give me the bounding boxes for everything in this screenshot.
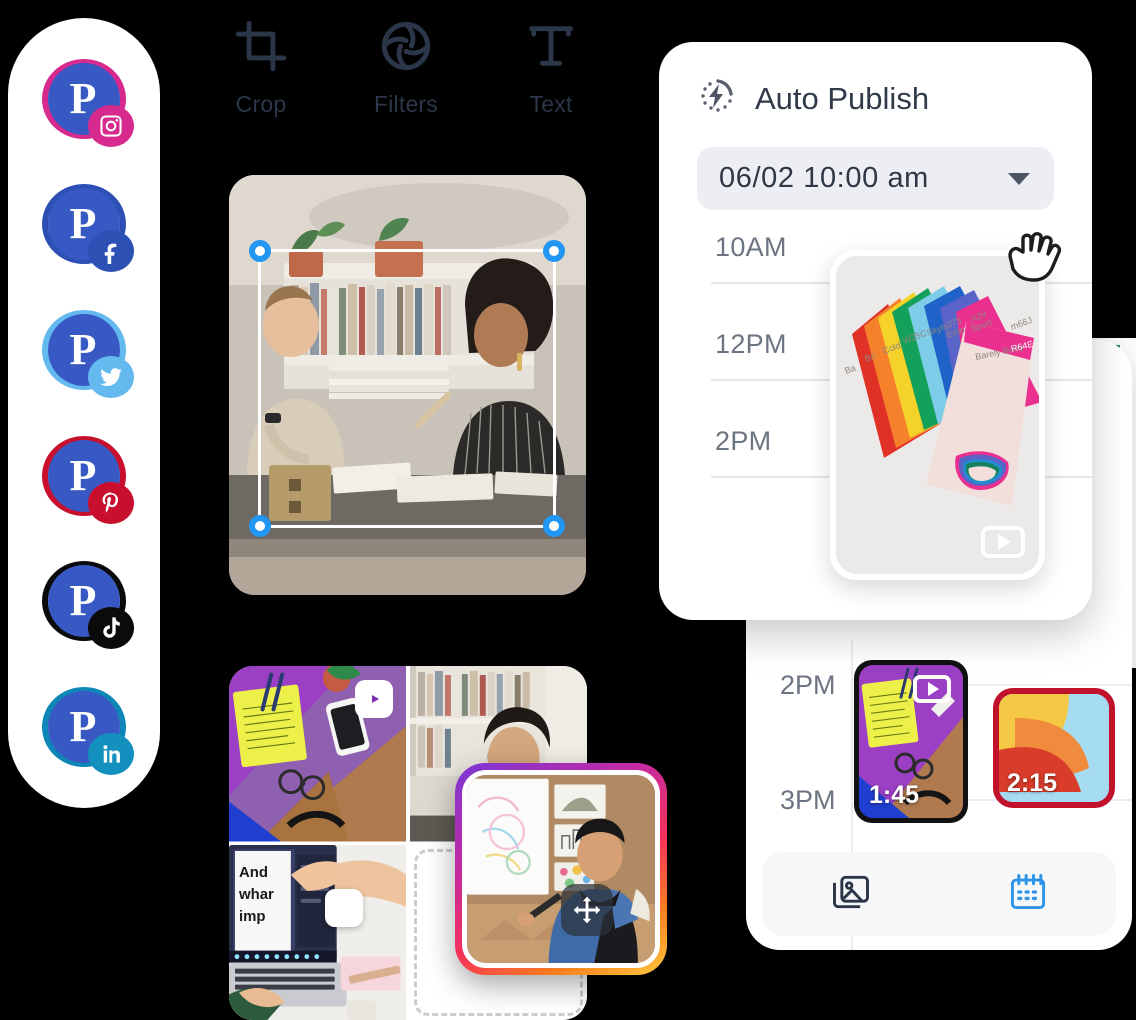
- social-account-facebook[interactable]: P: [36, 176, 134, 273]
- square-badge-icon: [325, 888, 363, 927]
- filters-icon: [380, 20, 432, 77]
- crop-handle-bottom-left[interactable]: [249, 515, 271, 537]
- tool-text[interactable]: Text: [486, 20, 616, 118]
- chevron-down-icon[interactable]: [1008, 172, 1030, 185]
- grid-cell-desk-flatlay[interactable]: [229, 666, 407, 842]
- photo-canvas[interactable]: [229, 175, 586, 595]
- grid-cell-laptop-editing[interactable]: And whar imp: [229, 844, 407, 1020]
- schedule-datetime-select[interactable]: 06/02 10:00 am: [697, 147, 1054, 210]
- floating-media-card[interactable]: [455, 763, 667, 975]
- schedule-event-image[interactable]: 2:15: [993, 688, 1115, 808]
- media-library-icon[interactable]: [829, 870, 873, 919]
- panel-header: Auto Publish: [659, 76, 1092, 121]
- social-account-pinterest[interactable]: P: [36, 428, 134, 524]
- calendar-icon[interactable]: [1006, 870, 1050, 919]
- social-accounts-rail: P P P P P P: [8, 18, 160, 808]
- tool-filters[interactable]: Filters: [341, 20, 471, 118]
- panel-title: Auto Publish: [755, 80, 930, 116]
- editor-toolbar: Crop Filters Text: [196, 20, 616, 130]
- auto-publish-icon: [697, 76, 737, 121]
- grab-hand-icon: [999, 230, 1069, 292]
- play-icon: [981, 526, 1025, 558]
- move-icon[interactable]: [561, 884, 613, 937]
- twitter-icon: [88, 356, 134, 399]
- crop-handle-top-left[interactable]: [249, 240, 271, 262]
- schedule-row-label: 3PM: [780, 785, 836, 815]
- artist-presenting-thumb: [462, 770, 660, 968]
- schedule-datetime-value: 06/02 10:00 am: [719, 162, 929, 194]
- svg-text:whar: whar: [238, 885, 274, 902]
- social-account-twitter[interactable]: P: [36, 302, 134, 399]
- schedule-row-label: 2PM: [780, 670, 836, 700]
- app-mockup-stage: P P P P P P Crop Filters Text And whar i…: [0, 0, 1136, 1020]
- pinterest-icon: [88, 481, 134, 524]
- crop-icon: [235, 20, 287, 77]
- laptop-editing-thumb: And whar imp: [229, 844, 407, 1020]
- timeline-row-label: 2PM: [715, 426, 772, 456]
- svg-text:imp: imp: [239, 907, 266, 924]
- social-account-instagram[interactable]: P: [36, 51, 134, 147]
- svg-text:And: And: [239, 863, 268, 880]
- crop-selection[interactable]: [249, 240, 565, 537]
- crop-handle-bottom-right[interactable]: [543, 515, 565, 537]
- text-icon: [525, 20, 577, 77]
- event-duration: 1:45: [869, 781, 920, 809]
- tool-label: Text: [529, 91, 573, 117]
- event-thumb: 1:45: [859, 665, 963, 818]
- auto-publish-panel: Auto Publish 06/02 10:00 am 10AM 12PM 2P…: [659, 42, 1092, 620]
- schedule-event-video[interactable]: 1:45: [854, 660, 968, 823]
- dragged-media-card[interactable]: Ba Bri Cold W35C Skyhi 373 Emp X29 Sport…: [830, 250, 1045, 580]
- tool-crop[interactable]: Crop: [196, 20, 326, 118]
- play-icon: [913, 675, 951, 703]
- social-account-tiktok[interactable]: P: [36, 553, 134, 650]
- tool-label: Crop: [235, 91, 287, 117]
- facebook-icon: [88, 230, 134, 273]
- tiktok-icon: [88, 607, 134, 650]
- paint-swatches-thumb: Ba Bri Cold W35C Skyhi 373 Emp X29 Sport…: [836, 256, 1039, 574]
- reels-icon: [354, 680, 393, 718]
- linkedin-icon: [88, 733, 134, 776]
- crop-handle-top-right[interactable]: [543, 240, 565, 262]
- timeline-row-label: 10AM: [715, 232, 787, 262]
- event-duration: 2:15: [1007, 769, 1058, 797]
- timeline-row-label: 12PM: [715, 329, 787, 359]
- tool-label: Filters: [373, 91, 438, 117]
- instagram-icon: [88, 104, 134, 147]
- social-account-linkedin[interactable]: P: [36, 679, 134, 776]
- panel-bottom-bar: [762, 852, 1116, 936]
